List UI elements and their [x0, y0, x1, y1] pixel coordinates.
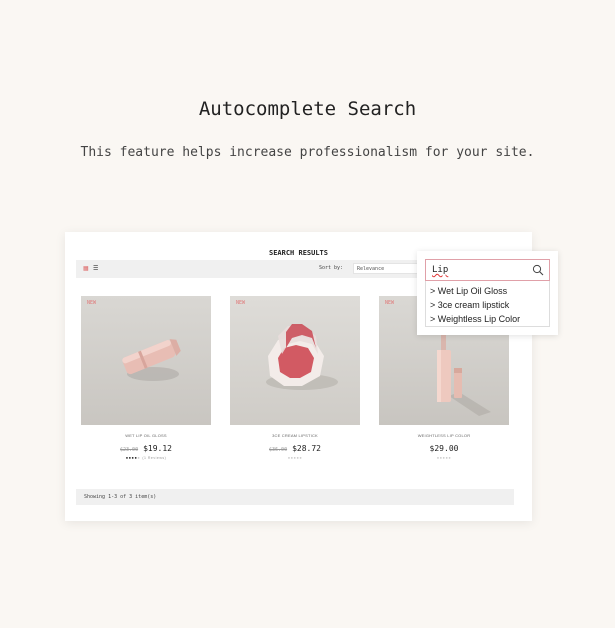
hero-subtitle: This feature helps increase professional…	[80, 145, 535, 160]
suggestion-item[interactable]: > Wet Lip Oil Gloss	[426, 284, 549, 298]
new-badge: NEW	[236, 300, 246, 306]
product-name[interactable]: WEIGHTLESS LIP COLOR	[379, 433, 509, 438]
rating-stars: ●●●●●	[230, 455, 360, 460]
current-price: $29.00	[429, 444, 459, 453]
old-price: $23.00	[120, 447, 139, 453]
product-card[interactable]: NEW WET LIP OIL GLOSS $23.00 $19.12 ●●●●●…	[81, 296, 211, 460]
old-price: $36.00	[269, 447, 288, 453]
product-name[interactable]: WET LIP OIL GLOSS	[81, 433, 211, 438]
product-image[interactable]: NEW	[230, 296, 360, 425]
sort-label: Sort by:	[319, 265, 344, 271]
list-view-icon[interactable]: ☰	[93, 266, 99, 272]
product-price: $36.00 $28.72	[230, 444, 360, 453]
product-price: $23.00 $19.12	[81, 444, 211, 453]
search-input[interactable]: Lip	[425, 259, 550, 281]
star-icon: ●	[299, 455, 303, 460]
star-icon: ●	[137, 455, 141, 460]
review-count: (1 Reviews)	[142, 456, 167, 460]
product-card[interactable]: NEW 3CE CREAM LIPSTICK $36.00 $28.72 ●●●●…	[230, 296, 360, 460]
new-badge: NEW	[87, 300, 97, 306]
star-icon: ●	[448, 455, 452, 460]
product-price: $29.00	[379, 444, 509, 453]
search-query[interactable]: Lip	[432, 265, 448, 275]
suggestion-item[interactable]: > Weightless Lip Color	[426, 312, 549, 326]
search-icon[interactable]	[532, 264, 544, 276]
rating-stars: ●●●●● (1 Reviews)	[81, 455, 211, 460]
product-image[interactable]: NEW	[81, 296, 211, 425]
rating-stars: ●●●●●	[379, 455, 509, 460]
hero-title: Autocomplete Search	[198, 98, 417, 120]
product-name[interactable]: 3CE CREAM LIPSTICK	[230, 433, 360, 438]
current-price: $19.12	[143, 444, 172, 453]
grid-view-icon[interactable]: ▦	[83, 266, 89, 272]
suggestion-list: > Wet Lip Oil Gloss > 3ce cream lipstick…	[425, 281, 550, 327]
autocomplete-popup: Lip > Wet Lip Oil Gloss > 3ce cream lips…	[417, 251, 558, 335]
new-badge: NEW	[385, 300, 395, 306]
results-count: Showing 1-3 of 3 item(s)	[76, 489, 514, 505]
current-price: $28.72	[292, 444, 321, 453]
suggestion-item[interactable]: > 3ce cream lipstick	[426, 298, 549, 312]
